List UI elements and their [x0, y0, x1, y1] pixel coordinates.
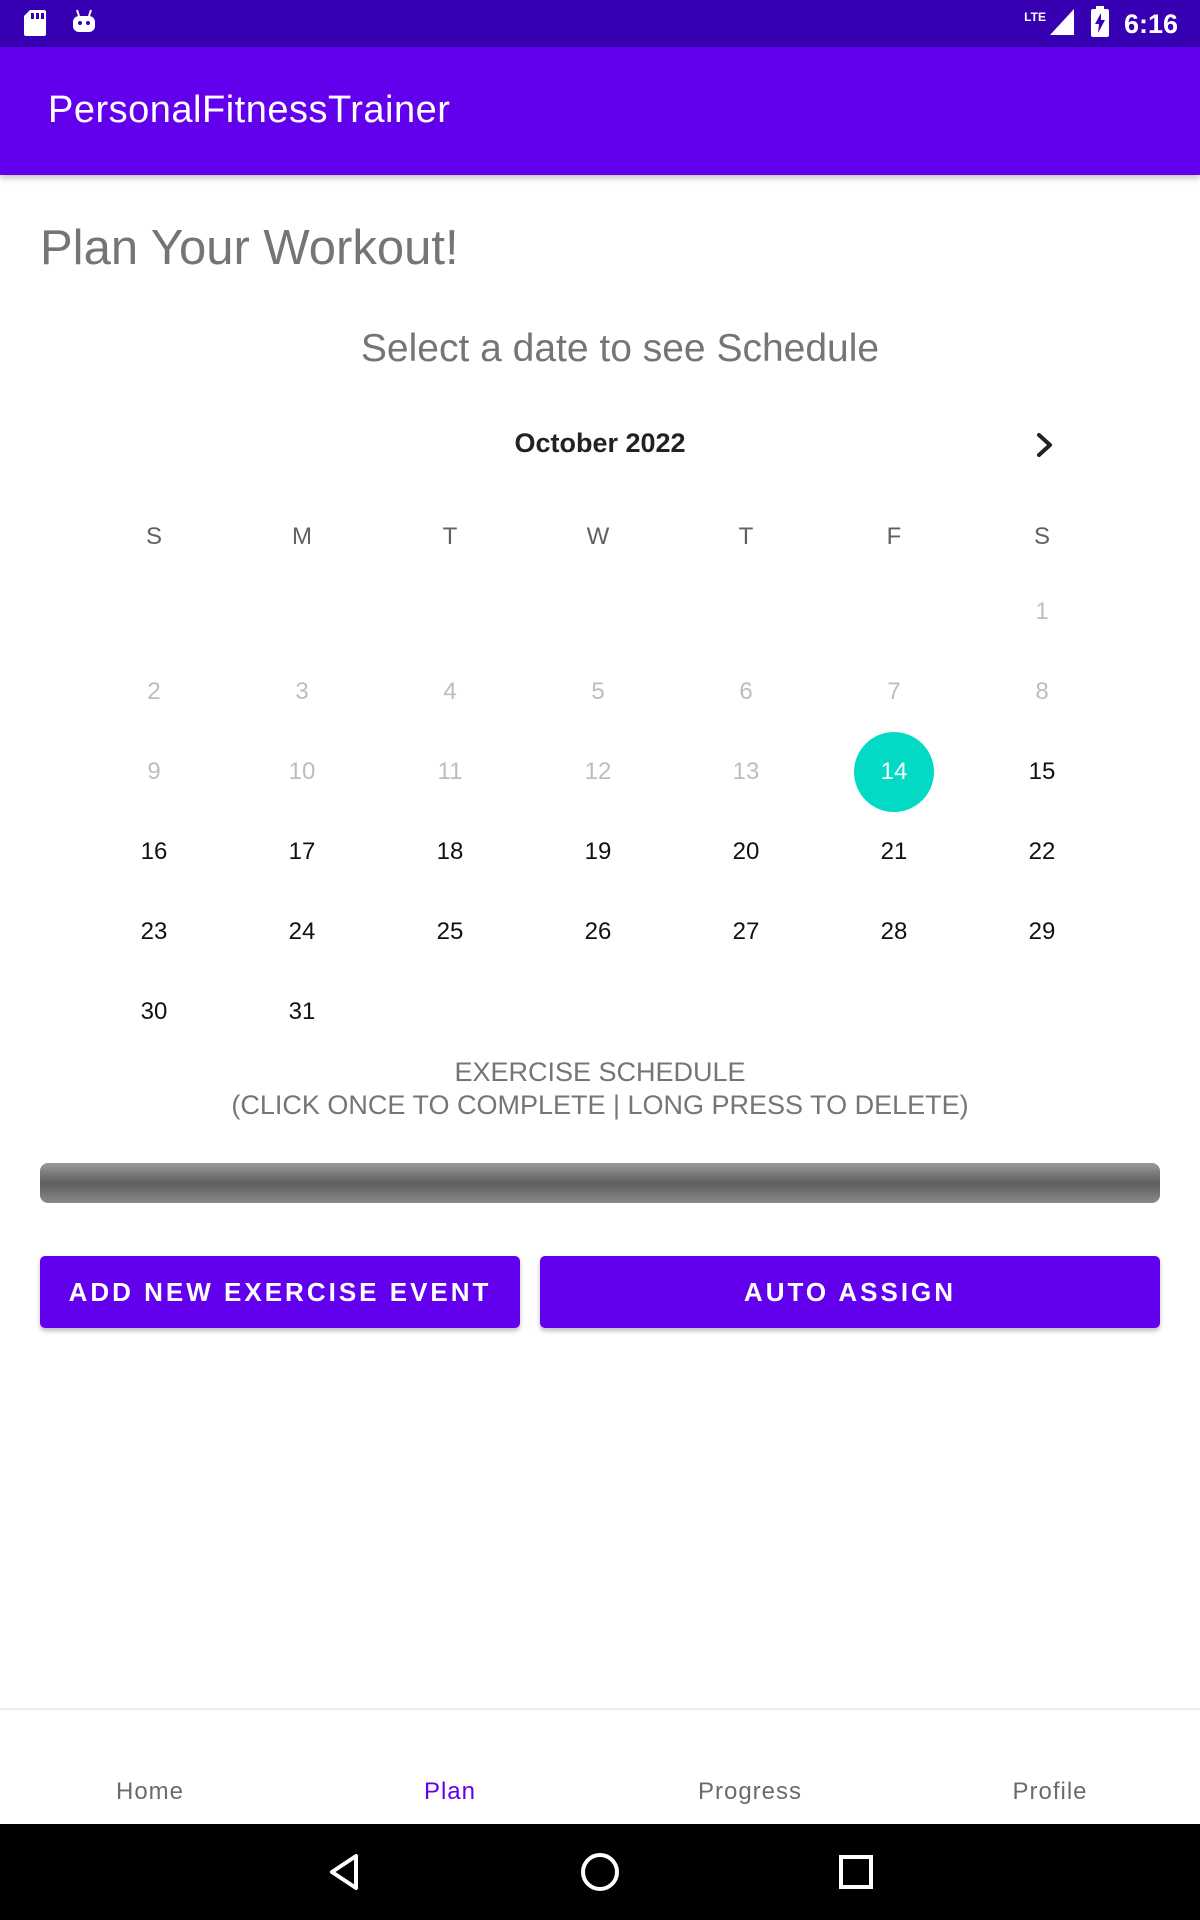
- calendar-day: 1: [1035, 598, 1049, 625]
- calendar-day[interactable]: 24: [254, 892, 350, 972]
- nav-progress[interactable]: Progress: [600, 1778, 900, 1806]
- bottom-navigation: Home Plan Progress Profile: [0, 1708, 1200, 1826]
- calendar-day[interactable]: 22: [994, 812, 1090, 892]
- calendar-day[interactable]: 17: [254, 812, 350, 892]
- calendar-day[interactable]: 21: [846, 812, 942, 892]
- calendar-day[interactable]: 15: [994, 732, 1090, 812]
- weekday-mon: M: [292, 523, 312, 550]
- calendar-day: 9: [147, 758, 161, 785]
- weekday-wed: W: [586, 523, 610, 550]
- nav-profile[interactable]: Profile: [900, 1778, 1200, 1806]
- back-icon[interactable]: [318, 1846, 370, 1898]
- calendar-day[interactable]: 27: [698, 892, 794, 972]
- status-bar: LTE 6:16: [0, 0, 1200, 47]
- calendar-day[interactable]: 28: [846, 892, 942, 972]
- calendar-day: 2: [147, 678, 161, 705]
- schedule-title: EXERCISE SCHEDULE: [454, 1057, 746, 1087]
- recents-square-icon[interactable]: [830, 1846, 882, 1898]
- calendar-day[interactable]: 30: [106, 972, 202, 1052]
- weekday-sun: S: [145, 523, 162, 550]
- status-time: 6:16: [1123, 9, 1178, 39]
- calendar-day[interactable]: 20: [698, 812, 794, 892]
- weekday-sat: S: [1033, 523, 1050, 550]
- page-subtitle: Select a date to see Schedule: [360, 327, 880, 370]
- calendar-day: 11: [437, 758, 463, 785]
- calendar-day: 5: [591, 678, 605, 705]
- schedule-hint: (CLICK ONCE TO COMPLETE | LONG PRESS TO …: [231, 1090, 969, 1120]
- add-exercise-event-button[interactable]: ADD NEW EXERCISE EVENT: [40, 1256, 520, 1328]
- page-title: Plan Your Workout!: [40, 221, 459, 275]
- calendar-day[interactable]: 23: [106, 892, 202, 972]
- nav-home[interactable]: Home: [0, 1778, 300, 1806]
- calendar-day: 4: [443, 678, 457, 705]
- system-navigation-bar: [0, 1824, 1200, 1920]
- weekday-fri: F: [886, 523, 902, 550]
- exercise-schedule-header: EXERCISE SCHEDULE (CLICK ONCE TO COMPLET…: [0, 1056, 1200, 1122]
- weekday-thu: T: [738, 523, 754, 550]
- calendar-day[interactable]: 31: [254, 972, 350, 1052]
- signal-icon: [1048, 7, 1076, 42]
- sd-card-icon: [22, 8, 48, 43]
- calendar-day[interactable]: 16: [106, 812, 202, 892]
- calendar-day[interactable]: 29: [994, 892, 1090, 972]
- next-month-button[interactable]: [1025, 425, 1065, 465]
- calendar-day[interactable]: 26: [550, 892, 646, 972]
- nav-plan[interactable]: Plan: [300, 1778, 600, 1806]
- calendar-day: 6: [739, 678, 753, 705]
- calendar-day: 10: [288, 758, 316, 785]
- calendar-day[interactable]: 19: [550, 812, 646, 892]
- calendar-day: 7: [887, 678, 901, 705]
- calendar-day: 12: [584, 758, 612, 785]
- battery-charging-icon: [1090, 6, 1110, 43]
- schedule-list-bar: [40, 1163, 1160, 1203]
- home-circle-icon[interactable]: [574, 1846, 626, 1898]
- app-title: PersonalFitnessTrainer: [48, 89, 451, 131]
- auto-assign-button[interactable]: AUTO ASSIGN: [540, 1256, 1160, 1328]
- calendar-day: 13: [732, 758, 760, 785]
- calendar-day[interactable]: 18: [402, 812, 498, 892]
- network-type: LTE: [1024, 9, 1046, 24]
- weekday-tue: T: [442, 523, 458, 550]
- calendar-day-selected[interactable]: 14: [846, 732, 942, 812]
- calendar-day[interactable]: 25: [402, 892, 498, 972]
- app-bar: PersonalFitnessTrainer: [0, 47, 1200, 175]
- chevron-right-icon: [1037, 433, 1052, 457]
- calendar-month-label: October 2022: [514, 428, 686, 458]
- calendar-day: 8: [1035, 678, 1049, 705]
- calendar-day: 3: [295, 678, 309, 705]
- android-icon: [70, 8, 98, 43]
